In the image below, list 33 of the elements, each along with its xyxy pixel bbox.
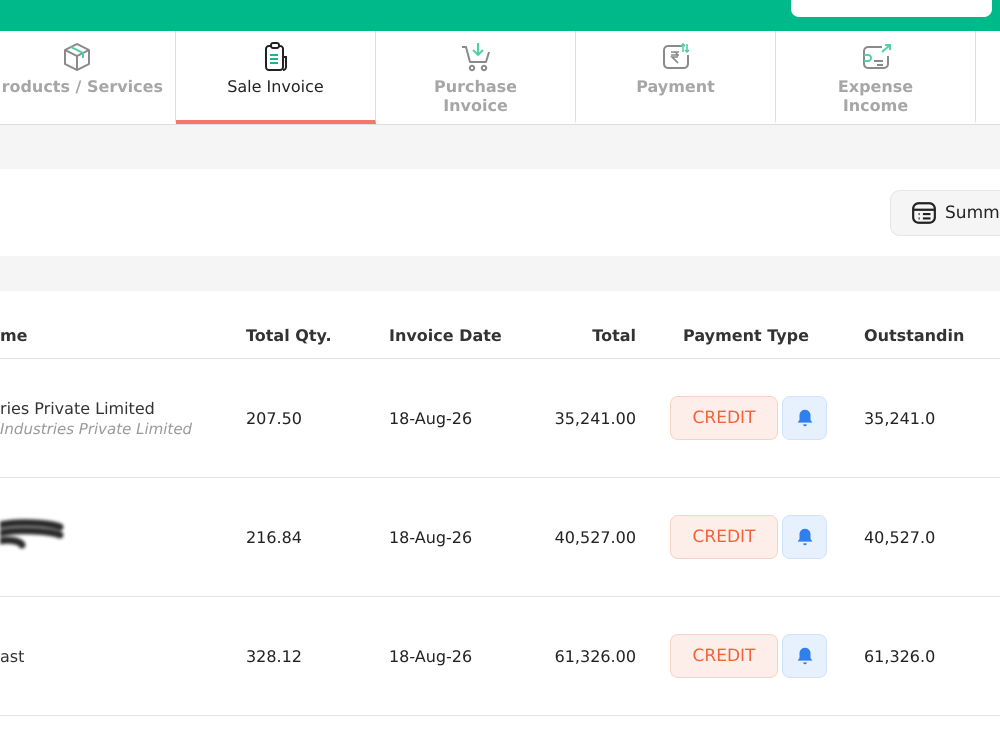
table-cell-text: 18-Aug-26	[388, 408, 474, 428]
payment-badge: CREDIT	[670, 396, 778, 440]
column-header: Total	[591, 326, 636, 345]
payment-badge: CREDIT	[670, 634, 778, 678]
company-name: Industries Private Limited	[0, 420, 192, 438]
table-cell-text: 328.12	[245, 646, 303, 666]
table-cell-text: 61,326.0	[863, 646, 936, 666]
payment-badge: CREDIT	[670, 515, 778, 559]
table-cell-text: 207.50	[245, 408, 303, 428]
reminder-button[interactable]	[782, 396, 827, 440]
column-header: Outstandin	[863, 326, 966, 345]
summary-button[interactable]: Summ	[890, 190, 1000, 236]
column-header: Payment Type	[682, 326, 810, 345]
reminder-button[interactable]	[782, 515, 827, 559]
table-cell-text: 40,527.0	[863, 528, 936, 546]
column-header: me	[0, 326, 29, 345]
reminder-button[interactable]	[782, 634, 827, 678]
nav-tab[interactable]: Sale Invoice	[176, 31, 376, 124]
table-cell-text: 40,527.00	[554, 528, 636, 546]
table-cell-text: 18-Aug-26	[388, 528, 474, 546]
column-header: Invoice Date	[388, 326, 503, 345]
customer-name: ries Private Limited	[0, 398, 155, 418]
list-icon	[911, 200, 937, 226]
table-cell-text: 61,326.00	[554, 646, 636, 666]
cart-icon	[460, 41, 492, 73]
column-header: Total Qty.	[245, 326, 333, 345]
box-icon	[61, 41, 93, 73]
nav-tab[interactable]: roducts / Services	[0, 31, 176, 124]
table-cell-text: 35,241.0	[863, 408, 936, 428]
table-cell-text: 35,241.00	[554, 408, 636, 428]
table-cell-text: 18-Aug-26	[388, 646, 474, 666]
customer-name: ast	[0, 646, 24, 666]
table-cell-text: 216.84	[245, 528, 303, 546]
